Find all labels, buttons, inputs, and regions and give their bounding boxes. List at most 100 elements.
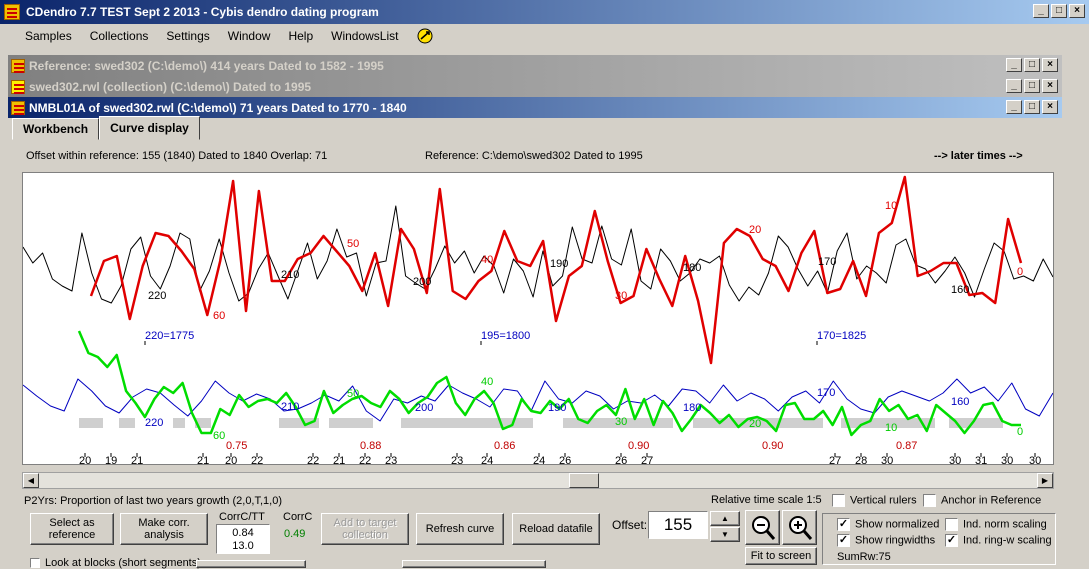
curve-line-series-2	[22, 378, 1054, 422]
later-times-link[interactable]: --> later times -->	[934, 150, 1023, 162]
vertical-rulers-label: Vertical rulers	[850, 494, 917, 507]
axis-tick-label: 30	[1029, 455, 1041, 464]
corr-value-label: 0.86	[494, 440, 515, 452]
tab-workbench[interactable]: Workbench	[12, 118, 100, 140]
black-curve-label: 160	[951, 284, 969, 296]
menu-bar: Samples Collections Settings Window Help…	[0, 24, 1060, 48]
block-select-dropdown[interactable]	[196, 560, 306, 568]
axis-tick-label: 30	[949, 455, 961, 464]
window-icon	[11, 79, 25, 94]
checkbox-icon[interactable]	[923, 494, 936, 507]
menu-windowslist[interactable]: WindowsList	[322, 29, 407, 43]
zoom-out-button[interactable]	[745, 510, 780, 545]
checkbox-icon[interactable]	[832, 494, 845, 507]
curve-line-series-1	[89, 175, 1023, 365]
maximize-button[interactable]: □	[1024, 79, 1040, 93]
lower-blue-label: 160	[951, 396, 969, 408]
checkbox-checked-icon[interactable]: ✓	[837, 518, 850, 531]
show-normalized-label: Show normalized	[855, 518, 940, 531]
axis-tick-label: 22	[359, 455, 371, 464]
curve-chart: 220210200190 180 1701606050403020100220=17…	[22, 175, 1054, 467]
close-button[interactable]: ×	[1042, 58, 1058, 72]
overlap-block	[119, 418, 135, 428]
red-curve-label: 30	[615, 290, 627, 302]
sample-window-title: NMBL01A of swed302.rwl (C:\demo\) 71 yea…	[29, 100, 407, 115]
year-marker-label: 220=1775	[145, 330, 194, 342]
vertical-rulers-checkbox[interactable]: Vertical rulers	[832, 494, 917, 507]
corrc-label: CorrC	[283, 511, 313, 523]
sample-window-titlebar[interactable]: NMBL01A of swed302.rwl (C:\demo\) 71 yea…	[8, 97, 1062, 118]
close-button[interactable]: ×	[1042, 79, 1058, 93]
checkbox-checked-icon[interactable]: ✓	[837, 534, 850, 547]
ind-norm-label: Ind. norm scaling	[963, 518, 1047, 531]
maximize-button[interactable]: □	[1024, 100, 1040, 114]
red-curve-label: 40	[481, 254, 493, 266]
select-as-reference-button[interactable]: Select as reference	[30, 513, 114, 545]
checkbox-icon[interactable]	[945, 518, 958, 531]
close-button[interactable]: ×	[1042, 100, 1058, 114]
maximize-button[interactable]: □	[1024, 58, 1040, 72]
lower-blue-label: 220	[145, 417, 163, 429]
app-titlebar: CDendro 7.7 TEST Sept 2 2013 - Cybis den…	[0, 0, 1089, 24]
cursor-icon[interactable]	[415, 27, 435, 45]
axis-tick-label: 26	[559, 455, 571, 464]
overlap-block	[79, 418, 103, 428]
ind-ring-label: Ind. ring-w scaling	[963, 534, 1052, 547]
close-button[interactable]: ×	[1069, 4, 1085, 18]
collection-window-titlebar[interactable]: swed302.rwl (collection) (C:\demo\) Date…	[8, 76, 1062, 97]
scroll-left-icon[interactable]: ◀	[23, 473, 39, 488]
ind-norm-checkbox[interactable]: Ind. norm scaling	[945, 518, 1047, 531]
overlap-block	[329, 418, 373, 428]
horizontal-scrollbar[interactable]: ◀ ▶	[22, 472, 1054, 489]
lower-green-label: 10	[885, 422, 897, 434]
checkbox-icon[interactable]	[30, 558, 40, 569]
menu-window[interactable]: Window	[219, 29, 280, 43]
menu-help[interactable]: Help	[279, 29, 322, 43]
block-action-button[interactable]	[402, 560, 546, 568]
offset-up-button[interactable]: ▲	[710, 511, 740, 526]
minimize-button[interactable]: _	[1033, 4, 1049, 18]
checkbox-checked-icon[interactable]: ✓	[945, 534, 958, 547]
minimize-button[interactable]: _	[1006, 100, 1022, 114]
show-normalized-checkbox[interactable]: ✓ Show normalized	[837, 518, 939, 531]
minimize-button[interactable]: _	[1006, 58, 1022, 72]
menu-collections[interactable]: Collections	[81, 29, 158, 43]
corrc-value-display: 0.49	[284, 528, 306, 540]
ind-ring-checkbox[interactable]: ✓ Ind. ring-w scaling	[945, 534, 1052, 547]
show-ringwidths-label: Show ringwidths	[855, 534, 936, 547]
refresh-curve-button[interactable]: Refresh curve	[416, 513, 504, 545]
curve-plot-area[interactable]: 220 210 200 190 180 170 160 60 50 40 30 20 10 0 220=17…	[22, 172, 1054, 467]
axis-tick-label: 20	[225, 455, 237, 464]
axis-tick-label: 28	[855, 455, 867, 464]
corrc-value: 0.84	[232, 527, 254, 539]
lower-blue-label: 180	[683, 402, 701, 414]
offset-input[interactable]: 155	[648, 511, 708, 539]
collection-window-title: swed302.rwl (collection) (C:\demo\) Date…	[29, 79, 312, 94]
tt-value: 13.0	[232, 540, 254, 552]
scroll-right-icon[interactable]: ▶	[1037, 473, 1053, 488]
reference-window-titlebar[interactable]: Reference: swed302 (C:\demo\) 414 years …	[8, 55, 1062, 76]
minimize-button[interactable]: _	[1006, 79, 1022, 93]
fit-to-screen-button[interactable]: Fit to screen	[745, 547, 817, 565]
scroll-thumb[interactable]	[569, 473, 599, 488]
show-ringwidths-checkbox[interactable]: ✓ Show ringwidths	[837, 534, 935, 547]
anchor-checkbox[interactable]: Anchor in Reference	[923, 494, 1041, 507]
year-marker-label: 195=1800	[481, 330, 530, 342]
offset-down-button[interactable]: ▼	[710, 527, 740, 542]
look-blocks-checkbox[interactable]: Look at blocks (short segments)	[30, 557, 201, 569]
tab-curve-display[interactable]: Curve display	[99, 116, 200, 140]
lower-green-label: 30	[615, 416, 627, 428]
menu-samples[interactable]: Samples	[16, 29, 81, 43]
lower-green-label: 40	[481, 376, 493, 388]
maximize-button[interactable]: □	[1051, 4, 1067, 18]
corr-value-label: 0.88	[360, 440, 381, 452]
red-curve-label: 60	[213, 310, 225, 322]
add-to-target-button[interactable]: Add to target collection	[321, 513, 409, 545]
axis-tick-label: 30	[1001, 455, 1013, 464]
axis-tick-label: 21	[333, 455, 345, 464]
make-corr-analysis-button[interactable]: Make corr. analysis	[120, 513, 208, 545]
menu-settings[interactable]: Settings	[157, 29, 218, 43]
axis-tick-label: 23	[385, 455, 397, 464]
zoom-in-button[interactable]	[782, 510, 817, 545]
reload-datafile-button[interactable]: Reload datafile	[512, 513, 600, 545]
